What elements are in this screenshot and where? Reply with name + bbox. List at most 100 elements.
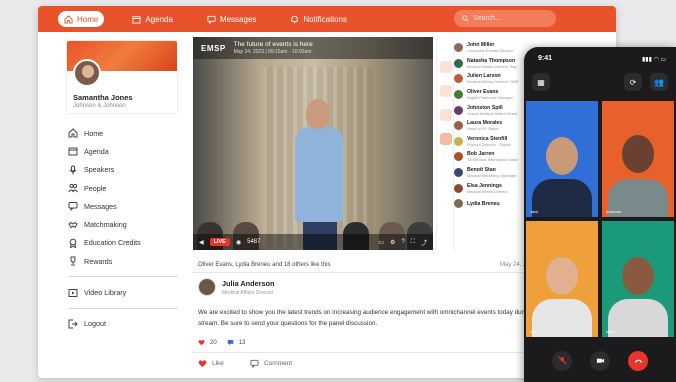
video-date: May 24, 2023 | 09:15am - 10:00am — [233, 49, 312, 55]
trophy-icon — [70, 256, 76, 266]
volume-icon[interactable]: ◀ — [199, 239, 204, 246]
bell-icon — [291, 15, 299, 23]
camera-button[interactable] — [590, 350, 610, 371]
stage: Home Agenda Messages Notifications Searc… — [0, 0, 676, 382]
post-date: May 24, 2 — [500, 262, 527, 268]
menu-item-speakers[interactable]: Speakers — [68, 161, 180, 179]
chat-overlay-icon[interactable]: ▭ — [378, 239, 384, 246]
settings-icon[interactable]: ⚙ — [390, 239, 395, 246]
profile-org: Johnson & Johnson — [73, 103, 126, 109]
nav-messages-label: Messages — [219, 14, 257, 24]
video-library-icon — [68, 288, 78, 297]
nav-agenda[interactable]: Agenda — [126, 11, 179, 27]
menu-item-label: Rewards — [84, 256, 113, 266]
attendee-avatar — [454, 199, 463, 209]
video-title: The future of events is here — [233, 41, 313, 48]
menu-item-messages[interactable]: Messages — [68, 197, 180, 215]
menu-item-logout[interactable]: Logout — [68, 315, 180, 333]
menu-item-video-library[interactable]: Video Library — [68, 283, 180, 301]
polls-tool-icon[interactable] — [440, 109, 452, 121]
participant-body — [532, 299, 592, 337]
side-tool-strip — [436, 37, 454, 250]
post-actions: Like Comment — [198, 359, 292, 368]
menu-item-matchmaking[interactable]: Matchmaking — [68, 215, 180, 233]
menu-item-label: Agenda — [84, 146, 109, 156]
phone-call-toolbar: ▦ ⟳ 👥 — [524, 69, 676, 97]
viewer-count: 5487 — [247, 239, 261, 245]
chat-tool-icon[interactable] — [440, 61, 452, 73]
phone-time: 9:41 — [538, 55, 553, 62]
logout-icon — [68, 319, 78, 329]
video-tile[interactable]: Ann — [526, 221, 598, 337]
chat-icon — [68, 202, 78, 212]
video-tile[interactable]: Mike — [602, 221, 674, 337]
menu-item-home[interactable]: Home — [68, 124, 180, 142]
heart-icon — [198, 340, 205, 346]
microphone-off-icon — [558, 356, 566, 365]
gallery-icon[interactable]: ▦ — [532, 73, 550, 91]
end-call-button[interactable] — [628, 350, 648, 371]
video-camera-icon — [596, 358, 604, 363]
nav-home[interactable]: Home — [58, 11, 105, 27]
qa-tool-icon[interactable] — [440, 85, 452, 97]
menu-item-label: Logout — [84, 319, 106, 329]
participant-head — [546, 257, 578, 295]
post-author-avatar[interactable] — [198, 278, 216, 296]
nav-messages[interactable]: Messages — [201, 11, 262, 27]
menu-item-rewards[interactable]: Rewards — [68, 252, 180, 270]
menu-item-education-credits[interactable]: Education Credits — [68, 234, 180, 252]
people-icon — [68, 183, 78, 193]
participant-name: Ann — [530, 329, 538, 334]
phone-hangup-icon — [634, 359, 642, 363]
home-icon — [68, 128, 78, 138]
event-logo: EMSP — [201, 43, 226, 53]
menu-item-people[interactable]: People — [68, 179, 180, 197]
attendees-tool-icon[interactable] — [440, 133, 452, 145]
comment-icon — [250, 359, 259, 368]
participant-head — [546, 137, 578, 175]
menu-item-label: Speakers — [84, 165, 115, 175]
participant-head — [622, 257, 654, 295]
speaker-figure-body — [295, 127, 343, 222]
share-icon[interactable]: ⤴ — [421, 238, 427, 247]
menu-divider — [68, 276, 178, 278]
post-author-name[interactable]: Julia Anderson — [222, 279, 274, 288]
live-video-player[interactable]: EMSP The future of events is here May 24… — [193, 37, 433, 250]
profile-name: Samantha Jones — [73, 93, 133, 102]
participant-name: Amanda — [606, 209, 621, 214]
award-icon — [69, 238, 77, 248]
post-likes-line: Oliver Evans, Lydia Breneu and 18 others… — [198, 262, 331, 268]
like-button[interactable]: Like — [198, 359, 224, 368]
participant-name: Jack — [530, 209, 539, 214]
avatar — [73, 59, 101, 87]
post-stats: 20 13 — [198, 339, 245, 346]
participant-body — [532, 179, 592, 217]
switch-camera-icon[interactable]: ⟳ — [624, 73, 642, 91]
calendar-icon — [68, 147, 78, 156]
profile-card[interactable]: Samantha Jones Johnson & Johnson — [66, 40, 178, 114]
video-tile[interactable]: Amanda — [602, 101, 674, 217]
video-controls: ◀ LIVE ◉ 5487 ▭ ⚙ ? ⛶ ⤴ — [193, 234, 433, 250]
search-input[interactable]: Search... — [454, 10, 556, 27]
nav-notifications[interactable]: Notifications — [284, 11, 353, 27]
search-placeholder: Search... — [473, 15, 502, 22]
menu-item-agenda[interactable]: Agenda — [68, 142, 180, 160]
menu-item-label: Matchmaking — [84, 220, 127, 230]
help-icon[interactable]: ? — [401, 239, 404, 245]
mute-button[interactable] — [552, 350, 572, 371]
handshake-icon — [68, 221, 78, 228]
participant-name: Mike — [606, 329, 615, 334]
video-tile[interactable]: Jack — [526, 101, 598, 217]
comment-button[interactable]: Comment — [250, 359, 292, 368]
comment-count: 13 — [227, 339, 245, 346]
attendee-avatar — [454, 43, 463, 53]
fullscreen-icon[interactable]: ⛶ — [411, 239, 415, 246]
menu-item-label: Home — [84, 128, 104, 138]
home-icon — [64, 14, 73, 24]
attendee-avatar — [454, 136, 463, 146]
participants-icon[interactable]: 👥 — [650, 73, 668, 91]
nav-notifications-label: Notifications — [303, 14, 347, 24]
participant-head — [622, 135, 654, 173]
search-icon — [462, 15, 469, 22]
attendee-avatar — [454, 183, 463, 193]
